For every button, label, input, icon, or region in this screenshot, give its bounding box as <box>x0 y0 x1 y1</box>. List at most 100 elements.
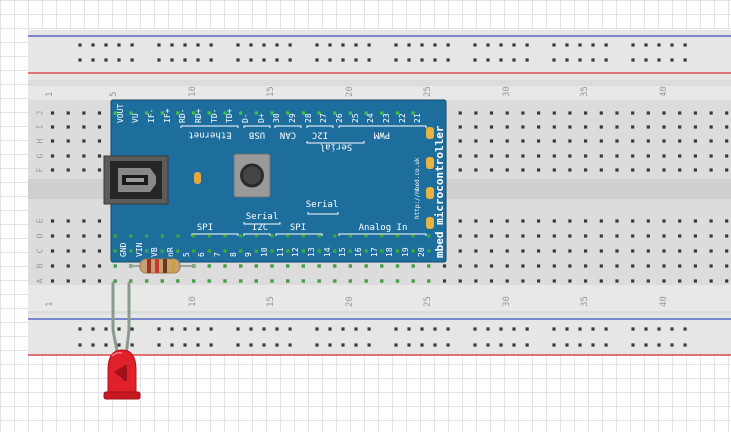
breadboard-hole <box>725 234 729 238</box>
breadboard-hole <box>615 279 619 283</box>
rail-hole <box>91 327 95 331</box>
rail-hole <box>328 58 332 62</box>
breadboard-hole <box>82 111 86 115</box>
rail-hole <box>420 343 424 347</box>
breadboard-hole <box>693 168 697 172</box>
rail-hole <box>552 343 556 347</box>
breadboard-hole <box>709 139 713 143</box>
rail-hole <box>644 43 648 47</box>
rail-hole <box>183 58 187 62</box>
connected-hole <box>286 279 290 283</box>
breadboard-hole <box>82 219 86 223</box>
rail-hole <box>407 43 411 47</box>
breadboard-hole <box>474 249 478 253</box>
breadboard-hole <box>552 125 556 129</box>
reset-button[interactable] <box>233 153 271 198</box>
bottom-power-rail <box>28 314 731 356</box>
group-label-i2c: I2C <box>312 130 328 140</box>
breadboard-hole <box>458 264 462 268</box>
breadboard-hole <box>693 264 697 268</box>
breadboard-hole <box>615 168 619 172</box>
breadboard-hole <box>646 219 650 223</box>
pin-label: VOUT <box>116 104 125 123</box>
breadboard-hole <box>82 234 86 238</box>
connected-hole <box>301 264 305 268</box>
rail-hole <box>525 343 529 347</box>
breadboard-hole <box>537 249 541 253</box>
breadboard-hole <box>458 139 462 143</box>
rail-hole <box>354 343 358 347</box>
rail-hole <box>420 58 424 62</box>
breadboard-hole <box>505 125 509 129</box>
connected-hole <box>129 234 133 238</box>
pin-label: 18 <box>385 247 394 257</box>
rail-hole <box>512 43 516 47</box>
breadboard-hole <box>599 279 603 283</box>
connected-hole <box>333 249 337 253</box>
rail-hole <box>183 43 187 47</box>
breadboard-hole <box>693 279 697 283</box>
rail-hole <box>249 58 253 62</box>
rail-hole <box>670 343 674 347</box>
breadboard-hole <box>537 234 541 238</box>
rail-hole <box>249 343 253 347</box>
rail-hole <box>275 343 279 347</box>
breadboard-hole <box>662 111 666 115</box>
connected-hole <box>301 249 305 253</box>
rail-hole <box>117 58 121 62</box>
breadboard-hole <box>521 168 525 172</box>
pin-label: 28 <box>304 113 313 123</box>
breadboard-hole <box>66 219 70 223</box>
breadboard-hole <box>489 125 494 129</box>
rail-hole <box>183 343 187 347</box>
breadboard-hole <box>584 279 588 283</box>
connected-hole <box>317 234 321 238</box>
rail-hole <box>486 327 490 331</box>
pin-label: D+ <box>257 113 266 123</box>
breadboard-hole <box>631 125 635 129</box>
breadboard-hole <box>646 125 650 129</box>
rail-hole <box>473 43 477 47</box>
rail-hole <box>78 43 82 47</box>
breadboard-hole <box>584 111 588 115</box>
rail-hole <box>657 327 661 331</box>
breadboard-hole <box>474 234 478 238</box>
breadboard-hole <box>678 125 682 129</box>
connected-hole <box>145 279 149 283</box>
rail-hole <box>130 43 134 47</box>
breadboard-hole <box>725 125 729 129</box>
rail-hole <box>170 327 174 331</box>
breadboard-hole <box>521 111 525 115</box>
column-number: 1 <box>45 92 55 97</box>
rail-hole <box>288 327 292 331</box>
column-number: 20 <box>345 296 355 307</box>
rail-hole <box>104 58 108 62</box>
connected-hole <box>223 279 227 283</box>
breadboard-hole <box>537 111 541 115</box>
breadboard-hole <box>505 111 509 115</box>
top-label-strip <box>28 86 731 100</box>
pin-label: 7 <box>213 252 222 257</box>
rail-hole <box>486 43 490 47</box>
connected-hole <box>286 234 290 238</box>
rail-hole <box>170 58 174 62</box>
red-led[interactable] <box>103 349 141 400</box>
connected-hole <box>427 264 431 268</box>
pin-label: VU <box>131 113 140 123</box>
breadboard-hole <box>599 234 603 238</box>
breadboard-hole <box>66 168 70 172</box>
rail-hole <box>499 43 503 47</box>
rail-hole <box>104 343 108 347</box>
breadboard-hole <box>82 125 86 129</box>
breadboard-hole <box>489 234 494 238</box>
rail-hole <box>565 343 569 347</box>
usb-connector[interactable] <box>103 155 169 205</box>
breadboard-hole <box>631 168 635 172</box>
group-label-analog-in: Analog In <box>359 223 408 233</box>
rail-hole <box>578 43 582 47</box>
breadboard-hole <box>82 139 86 143</box>
connected-hole <box>270 264 274 268</box>
breadboard-hole <box>82 249 86 253</box>
breadboard-hole <box>584 219 588 223</box>
breadboard-hole <box>66 139 70 143</box>
